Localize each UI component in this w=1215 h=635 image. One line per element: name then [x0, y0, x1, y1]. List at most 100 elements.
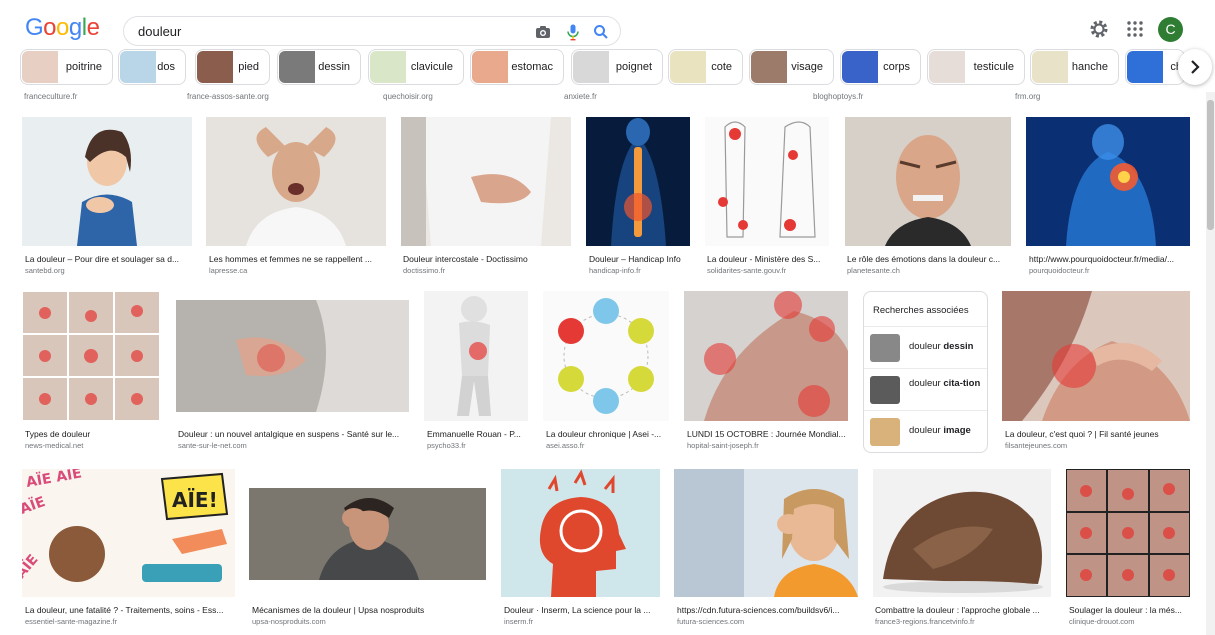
chip-dessin[interactable]: dessin — [277, 49, 361, 85]
image-source[interactable]: planetesante.ch — [847, 266, 1011, 275]
image-source[interactable]: filsantejeunes.com — [1005, 441, 1191, 450]
chip-corps[interactable]: corps — [840, 49, 921, 85]
search-input[interactable]: douleur — [138, 24, 181, 39]
chip-cote[interactable]: cote — [668, 49, 743, 85]
chip-poitrine[interactable]: poitrine — [20, 49, 113, 85]
image-result[interactable]: AÏE AÏE AÏE AÏE AÏE! — [22, 469, 235, 597]
image-source[interactable]: news-medical.net — [25, 441, 161, 450]
image-source[interactable]: pourquoidocteur.fr — [1029, 266, 1190, 275]
image-result[interactable] — [424, 291, 528, 421]
image-source[interactable]: psycho33.fr — [427, 441, 529, 450]
chip-pied[interactable]: pied — [195, 49, 270, 85]
image-caption[interactable]: http://www.pourquoidocteur.fr/media/... — [1029, 254, 1190, 264]
image-caption[interactable]: La douleur - Ministère des S... — [707, 254, 829, 264]
related-search-dessin[interactable]: douleur dessin — [864, 326, 987, 368]
image-result[interactable] — [684, 291, 848, 421]
image-caption[interactable]: Douleur · Inserm, La science pour la ... — [504, 605, 660, 615]
image-caption[interactable]: Types de douleur — [25, 429, 161, 439]
image-caption[interactable]: La douleur, une fatalité ? - Traitements… — [25, 605, 235, 615]
related-search-image[interactable]: douleur image — [864, 410, 987, 452]
image-source[interactable]: asei.asso.fr — [546, 441, 670, 450]
image-source[interactable]: franceculture.fr — [24, 92, 77, 101]
gear-icon[interactable] — [1089, 19, 1109, 39]
chip-thumbnail — [197, 51, 233, 83]
image-source[interactable]: france3-regions.francetvinfo.fr — [875, 617, 1051, 626]
scrollbar-thumb[interactable] — [1207, 100, 1214, 230]
image-result[interactable] — [586, 117, 690, 246]
image-caption[interactable]: Emmanuelle Rouan - P... — [427, 429, 529, 439]
image-caption[interactable]: Douleur intercostale - Doctissimo — [403, 254, 571, 264]
image-source[interactable]: clinique-drouot.com — [1069, 617, 1191, 626]
image-caption[interactable]: Mécanismes de la douleur | Upsa nosprodu… — [252, 605, 486, 615]
image-caption[interactable]: Les hommes et femmes ne se rappellent ..… — [209, 254, 384, 264]
image-thumbnail — [1002, 291, 1190, 421]
image-caption[interactable]: La douleur, c'est quoi ? | Fil santé jeu… — [1005, 429, 1191, 439]
related-search-citation[interactable]: douleur cita-tion — [864, 368, 987, 410]
image-source[interactable]: futura-sciences.com — [677, 617, 857, 626]
chip-poignet[interactable]: poignet — [571, 49, 663, 85]
image-caption[interactable]: Douleur : un nouvel antalgique en suspen… — [178, 429, 409, 439]
microphone-icon[interactable] — [564, 23, 582, 41]
image-result[interactable] — [1026, 117, 1190, 246]
image-caption[interactable]: Douleur – Handicap Info — [589, 254, 691, 264]
image-source[interactable]: solidarites-sante.gouv.fr — [707, 266, 829, 275]
image-result[interactable] — [705, 117, 829, 246]
image-source[interactable]: bloghoptoys.fr — [813, 92, 863, 101]
image-source[interactable]: santebd.org — [25, 266, 190, 275]
image-source[interactable]: essentiel-sante-magazine.fr — [25, 617, 235, 626]
image-caption[interactable]: La douleur – Pour dire et soulager sa d.… — [25, 254, 190, 264]
image-caption[interactable]: LUNDI 15 OCTOBRE : Journée Mondial... — [687, 429, 849, 439]
image-thumbnail — [845, 117, 1011, 246]
image-source[interactable]: hopital-saint-joseph.fr — [687, 441, 849, 450]
image-source[interactable]: france-assos-sante.org — [187, 92, 269, 101]
image-result[interactable] — [845, 117, 1011, 246]
image-source[interactable]: upsa-nosproduits.com — [252, 617, 486, 626]
account-avatar[interactable]: C — [1158, 17, 1183, 42]
image-source[interactable]: quechoisir.org — [383, 92, 433, 101]
image-result[interactable] — [1066, 469, 1190, 597]
chip-hanche[interactable]: hanche — [1030, 49, 1119, 85]
image-result[interactable] — [401, 117, 571, 246]
image-source[interactable]: doctissimo.fr — [403, 266, 571, 275]
chip-label: corps — [883, 61, 910, 73]
image-source[interactable]: inserm.fr — [504, 617, 660, 626]
image-source[interactable]: handicap-info.fr — [589, 266, 691, 275]
image-source[interactable]: frm.org — [1015, 92, 1040, 101]
image-result[interactable] — [543, 291, 669, 421]
image-thumbnail — [705, 117, 829, 246]
search-box[interactable]: douleur — [123, 16, 621, 46]
chip-dos[interactable]: dos — [118, 49, 186, 85]
image-caption[interactable]: Combattre la douleur : l'approche global… — [875, 605, 1051, 615]
chip-ch[interactable]: ch — [1125, 49, 1185, 85]
image-result[interactable] — [1002, 291, 1190, 421]
image-result[interactable] — [22, 117, 192, 246]
image-source[interactable]: sante-sur-le-net.com — [178, 441, 409, 450]
image-thumbnail — [543, 291, 669, 421]
image-source[interactable]: anxiete.fr — [564, 92, 597, 101]
camera-icon[interactable] — [534, 23, 552, 41]
image-result[interactable] — [674, 469, 858, 597]
page-scrollbar[interactable] — [1206, 92, 1215, 635]
chip-clavicule[interactable]: clavicule — [368, 49, 464, 85]
image-thumbnail — [873, 469, 1051, 597]
image-caption[interactable]: https://cdn.futura-sciences.com/buildsv6… — [677, 605, 857, 615]
chip-estomac[interactable]: estomac — [470, 49, 564, 85]
image-caption[interactable]: La douleur chronique | Asei -... — [546, 429, 670, 439]
image-thumbnail — [501, 469, 660, 597]
image-result[interactable] — [176, 300, 409, 412]
image-result[interactable] — [22, 291, 160, 421]
image-source[interactable]: lapresse.ca — [209, 266, 384, 275]
chip-testicule[interactable]: testicule — [927, 49, 1025, 85]
apps-grid-icon[interactable] — [1125, 19, 1145, 39]
image-result[interactable] — [873, 469, 1051, 597]
chips-next-button[interactable] — [1178, 49, 1212, 85]
image-result[interactable] — [249, 488, 486, 580]
image-caption[interactable]: Le rôle des émotions dans la douleur c..… — [847, 254, 1011, 264]
image-result[interactable] — [501, 469, 660, 597]
chip-visage[interactable]: visage — [749, 49, 834, 85]
image-caption[interactable]: Soulager la douleur : la més... — [1069, 605, 1191, 615]
image-result[interactable] — [206, 117, 386, 246]
image-thumbnail — [401, 117, 571, 246]
search-icon[interactable] — [592, 23, 610, 41]
google-logo[interactable]: Google — [25, 14, 100, 42]
